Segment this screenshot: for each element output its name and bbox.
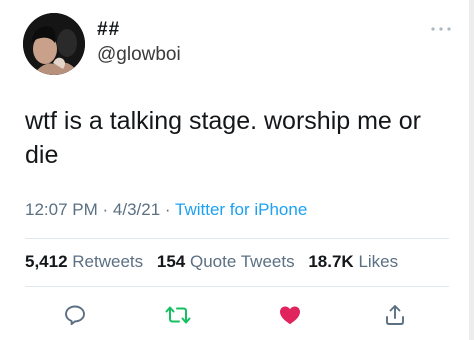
meta-separator: · (164, 200, 171, 219)
avatar[interactable] (23, 13, 85, 75)
divider (25, 238, 449, 239)
likes-label: Likes (358, 252, 399, 271)
reply-button[interactable] (62, 302, 88, 328)
tweet-meta: 12:07 PM · 4/3/21 · Twitter for iPhone (25, 200, 307, 220)
more-icon[interactable] (428, 22, 454, 34)
like-button[interactable] (277, 302, 303, 328)
engagement-stats: 5,412 Retweets 154 Quote Tweets 18.7K Li… (25, 252, 398, 272)
likes-count: 18.7K (308, 252, 354, 271)
retweet-button[interactable] (165, 302, 191, 328)
reply-icon (65, 305, 85, 326)
display-name[interactable]: ## (97, 19, 120, 41)
share-button[interactable] (382, 302, 408, 328)
quote-tweets-count: 154 (156, 252, 186, 271)
retweets-count: 5,412 (25, 252, 68, 271)
tweet-source-link[interactable]: Twitter for iPhone (175, 200, 307, 219)
likes-stat[interactable]: 18.7K Likes (308, 252, 398, 271)
share-icon (386, 305, 404, 325)
avatar-image (23, 13, 85, 75)
retweets-stat[interactable]: 5,412 Retweets (25, 252, 143, 271)
retweets-label: Retweets (72, 252, 144, 271)
retweet-icon (165, 306, 191, 324)
quote-tweets-stat[interactable]: 154 Quote Tweets (157, 252, 295, 271)
quote-tweets-label: Quote Tweets (190, 252, 295, 271)
tweet-text-line: wtf is a talking stage. worship me or (25, 107, 421, 135)
divider (25, 286, 449, 287)
tweet-text: wtf is a talking stage. worship me or di… (25, 104, 445, 172)
heart-icon (280, 306, 300, 325)
tweet-time[interactable]: 12:07 PM (25, 200, 98, 219)
user-handle[interactable]: @glowboi (97, 44, 181, 66)
tweet-text-line: die (25, 141, 59, 169)
meta-separator: · (102, 200, 109, 219)
screenshot-edge (469, 0, 474, 340)
tweet-date[interactable]: 4/3/21 (113, 200, 160, 219)
